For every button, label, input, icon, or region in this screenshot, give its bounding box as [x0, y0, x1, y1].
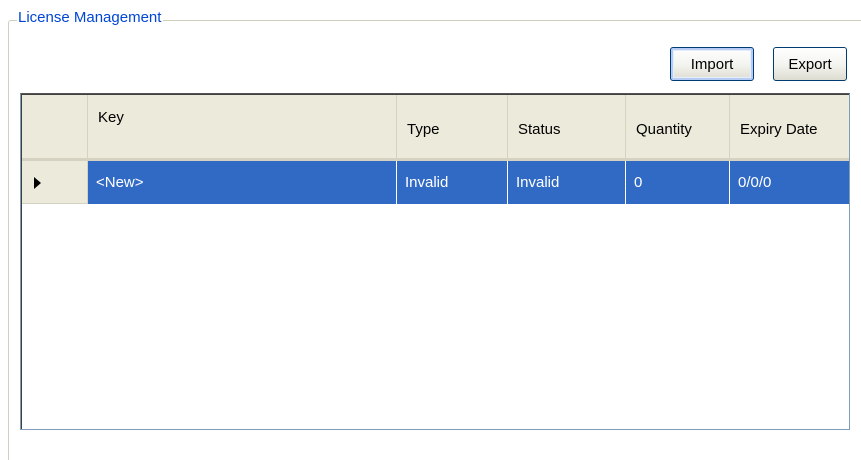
table-cell-expiry-date[interactable]: 0/0/0: [730, 161, 849, 204]
groupbox-title: License Management: [17, 9, 164, 27]
column-header-label: Expiry Date: [740, 121, 818, 138]
column-header-quantity[interactable]: Quantity: [626, 95, 730, 161]
table-cell-type[interactable]: Invalid: [397, 161, 508, 204]
column-header-expiry-date[interactable]: Expiry Date: [730, 95, 849, 161]
column-header-status[interactable]: Status: [508, 95, 626, 161]
import-button[interactable]: Import: [670, 47, 754, 81]
column-header-label: Type: [407, 121, 440, 138]
license-grid[interactable]: Key Type Status Quantity Expiry Date <Ne…: [20, 93, 850, 430]
current-row-arrow-icon: [34, 177, 41, 189]
grid-frame: Key Type Status Quantity Expiry Date <Ne…: [21, 94, 849, 429]
row-header[interactable]: [22, 161, 88, 204]
column-header-label: Quantity: [636, 121, 692, 138]
column-header-key[interactable]: Key: [88, 95, 397, 161]
table-cell-status[interactable]: Invalid: [508, 161, 626, 204]
table-cell-key[interactable]: <New>: [88, 161, 397, 204]
column-header-label: Status: [518, 121, 561, 138]
column-header-label: Key: [98, 109, 124, 126]
table-cell-quantity[interactable]: 0: [626, 161, 730, 204]
export-button[interactable]: Export: [773, 47, 847, 81]
column-header-type[interactable]: Type: [397, 95, 508, 161]
grid-corner-header: [22, 95, 88, 161]
